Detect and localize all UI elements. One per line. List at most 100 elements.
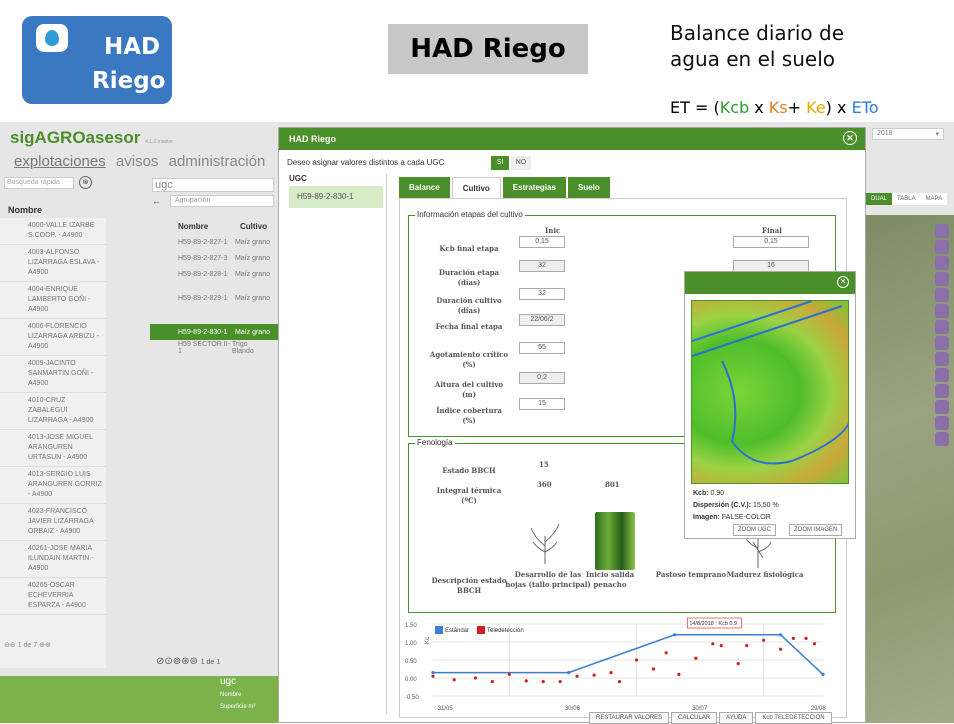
standard-point (821, 672, 825, 676)
tab-mapa[interactable]: MAPA (920, 193, 948, 205)
explotacion-item[interactable]: 4009-JACINTO SANMARTIN GOÑI - A4900 (0, 356, 106, 393)
standard-point (779, 633, 783, 637)
explotacion-item[interactable]: 4006-FLORENCIO LIZARRAGA ARBIZU - A4900 (0, 319, 106, 356)
ugc-col-cultivo: Cultivo (240, 222, 268, 231)
no-button[interactable]: NO (511, 156, 531, 170)
list-pager[interactable]: ⊖⊖ 1 de 7 ⊕⊕ (4, 641, 51, 649)
balance-title: Balance diario de agua en el suelo (670, 20, 844, 72)
inicio-input[interactable]: 0,15 (519, 236, 565, 248)
tele-point (694, 656, 698, 660)
kcb-image-popup: ✕ Kcb: 0.90 Dispersión (C.V.): 15,50 % I… (684, 271, 856, 539)
scissors-icon[interactable] (935, 272, 949, 286)
ugc-row[interactable]: H59 SECTOR II-1 Trigo Blando (150, 340, 278, 356)
close-icon[interactable]: ✕ (843, 131, 857, 145)
layer2-icon[interactable] (935, 304, 949, 318)
chart-icon[interactable] (935, 320, 949, 334)
ugc-row[interactable]: H59-89-2-830-1 Maíz grano (150, 324, 278, 340)
agrupacion-select[interactable]: Agrupación (170, 195, 274, 207)
formula-part: + (787, 98, 807, 117)
inicio-input[interactable]: 32 (519, 260, 565, 272)
tab-dual[interactable]: DUAL (866, 193, 893, 205)
et-formula: ET = (Kcb x Ks+ Ke) x ETo (670, 98, 879, 117)
layer3-icon[interactable] (935, 368, 949, 382)
standard-point (567, 671, 571, 675)
assign-question: Deseo asignar valores distintos a cada U… (287, 158, 445, 167)
disp-value: 15,50 % (753, 502, 779, 509)
tab-suelo[interactable]: Suelo (567, 177, 610, 199)
tele-point (524, 679, 528, 683)
window-icon[interactable] (935, 336, 949, 350)
y-tick-label: 0.50 (405, 659, 417, 665)
explotacion-item[interactable]: 4010-CRUZ ZABALEGUI LIZARRAGA - A4900 (0, 393, 106, 430)
final-input[interactable]: 0,15 (733, 236, 809, 248)
quick-search-input[interactable]: Búsqueda rápida (4, 177, 74, 189)
chevron-down-icon: ▾ (935, 131, 939, 138)
edit-icon[interactable] (935, 240, 949, 254)
ugc-selected-item[interactable]: H59-89-2-830-1 (289, 186, 383, 208)
explotacion-item[interactable]: 4023-FRANCISCO JAVIER LIZARRAGA ORBAIZ -… (0, 504, 106, 541)
inicio-input[interactable]: 0,2 (519, 372, 565, 384)
explotacion-item[interactable]: 40261-JOSE MARIA ILUNDAIN MARTIN - A4900 (0, 541, 106, 578)
year-select[interactable]: 2018 ▾ (872, 128, 944, 140)
layer5-icon[interactable] (935, 400, 949, 414)
inicio-input[interactable]: 32 (519, 288, 565, 300)
app-logo[interactable]: sigAGROasesor 4.1.0 master (10, 128, 173, 148)
explotacion-item[interactable]: 4000-VALLE IZARBE S.COOP. - A4900 (0, 218, 106, 245)
ugc-row[interactable]: H59-89-2-829-1 Maíz grano (150, 282, 278, 314)
tele-point (575, 674, 579, 678)
nav-explotaciones[interactable]: explotaciones (14, 153, 106, 170)
ugc-tools[interactable]: ⊘⊙⊚⊛⊜ 1 de 1 (156, 656, 220, 667)
tab-estrategias[interactable]: Estrategias (502, 177, 566, 199)
globe-icon[interactable] (935, 432, 949, 446)
tele-point (762, 638, 766, 642)
standard-point (431, 671, 435, 675)
tab-tabla[interactable]: TABLA (892, 193, 921, 205)
ugc-row[interactable]: H59-89-2-828-1 Maíz grano (150, 266, 278, 282)
explotacion-item[interactable]: 4004-ENRIQUE LAMBERTO GOÑI - A4900 (0, 282, 106, 319)
ugc-table: H59-89-2-827-1 Maíz grano H59-89-2-827-3 Ma… (150, 234, 278, 384)
formula-kcb: Kcb (719, 98, 750, 117)
ayuda-button[interactable]: AYUDA (719, 712, 754, 724)
zoom-image-button[interactable]: ZOOM IMAGEN (789, 524, 843, 536)
explotacion-item[interactable]: 40265-OSCAR ECHEVERRIA ESPARZA - A4900 (0, 578, 106, 615)
tab-cultivo[interactable]: Cultivo (451, 177, 501, 199)
layer-icon[interactable] (935, 288, 949, 302)
tele-point (473, 676, 477, 680)
ugc-field[interactable]: ugc (152, 178, 274, 192)
square-icon[interactable] (935, 416, 949, 430)
tab-balance[interactable]: Balance (399, 177, 450, 199)
refresh-icon[interactable] (935, 352, 949, 366)
app-logo-text: sigAGROasesor (10, 128, 141, 147)
explotacion-item[interactable]: 4013-SERGIO LUIS ARANGUREN GORRIZ - A490… (0, 467, 106, 504)
menu-icon[interactable] (935, 224, 949, 238)
ugc-row-crop: Trigo Blando (231, 341, 254, 355)
ugc-row[interactable]: H59-89-2-827-1 Maíz grano (150, 234, 278, 250)
kcb-label: Kcb: (693, 490, 709, 497)
inicio-input[interactable]: 22/06/2 (519, 314, 565, 326)
layer4-icon[interactable] (935, 384, 949, 398)
nav-administracion[interactable]: administración (169, 153, 266, 170)
explotacion-item[interactable]: 4003-ALFONSO LIZARRAGA ESLAVA - A4900 (0, 245, 106, 282)
tele-point (507, 672, 511, 676)
img-value: FALSE-COLOR (721, 514, 771, 521)
ugc-row[interactable]: H59-89-2-827-3 Maíz grano (150, 250, 278, 266)
close-icon[interactable]: ✕ (837, 276, 849, 288)
inicio-input[interactable]: 55 (519, 342, 565, 354)
kcb-teledeteccion-button[interactable]: Kcb TELEDETECCIÓN (755, 712, 832, 724)
zoom-ugc-button[interactable]: ZOOM UGC (733, 524, 776, 536)
inicio-input[interactable]: 15 (519, 398, 565, 410)
tele-point (779, 647, 783, 651)
explotacion-item[interactable]: 4013-JOSE MIGUEL ARANGUREN URTASUN - A49… (0, 430, 106, 467)
si-button[interactable]: SI (491, 156, 509, 170)
desc-label: Descripción estado BBCH (431, 576, 507, 595)
footer-panel: ugc Nombre Superficie m² (0, 676, 278, 723)
balance-line2: agua en el suelo (670, 47, 835, 71)
restaurar-button[interactable]: RESTAURAR VALORES (589, 712, 670, 724)
pen-icon[interactable] (935, 256, 949, 270)
tele-point (617, 680, 622, 684)
search-icon[interactable]: ⊛ (79, 176, 92, 189)
nav-avisos[interactable]: avisos (116, 153, 159, 170)
bbch-value: 15 (539, 460, 549, 469)
calcular-button[interactable]: CALCULAR (671, 712, 718, 724)
back-arrow-icon[interactable]: ← (152, 196, 161, 206)
